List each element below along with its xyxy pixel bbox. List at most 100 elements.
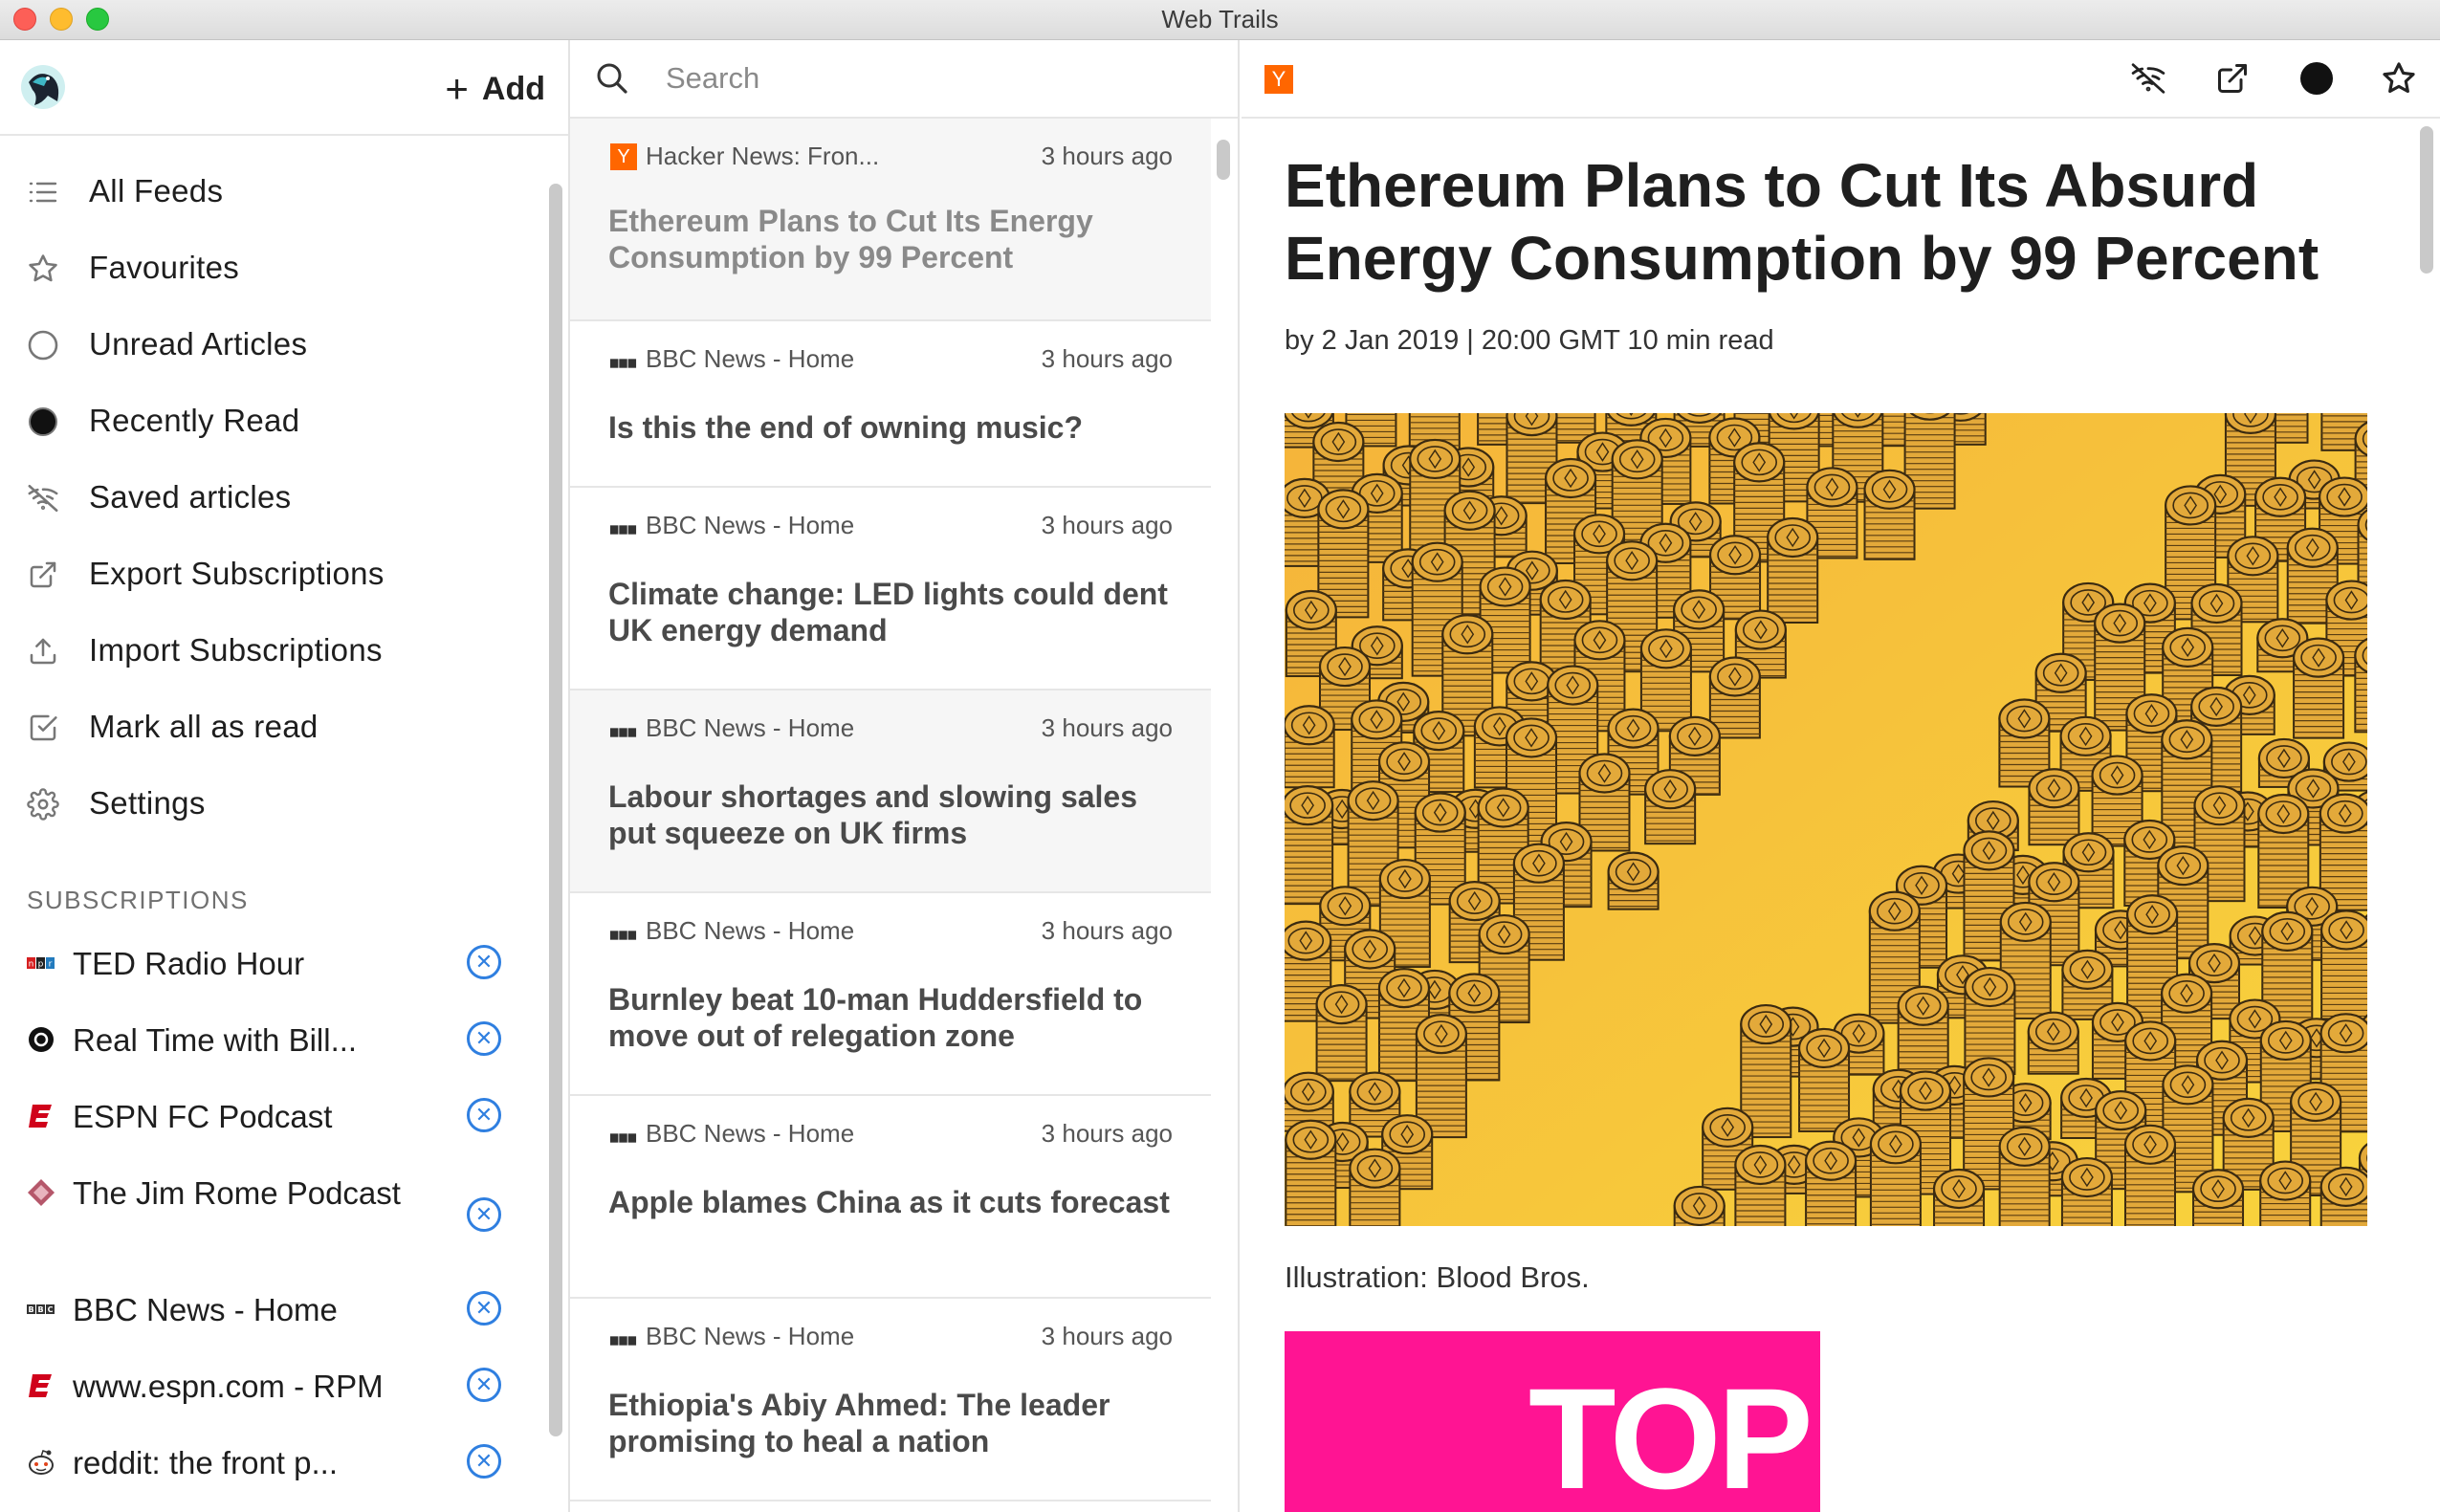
nav-label: Import Subscriptions [89,632,383,668]
close-icon: ✕ [474,950,494,974]
nav-label: Saved articles [89,479,292,515]
article-heading: Ethereum Plans to Cut Its Absurd Energy … [1285,151,2319,293]
offline-wifi-icon [2131,63,2165,94]
coin-stack [1607,851,1660,910]
subscription-item[interactable]: www.espn.com - RPM ✕ [0,1347,536,1423]
subscription-item[interactable]: reddit: the front p... ✕ [0,1423,536,1500]
remove-subscription-button[interactable]: ✕ [467,945,501,979]
subscription-item[interactable]: The Jim Rome Podcast ✕ [0,1153,536,1276]
external-link-icon [2218,64,2247,93]
article-item[interactable]: BBC News - Home 3 hours ago Climate chan… [570,488,1211,690]
sidebar: + Add All Feeds Favourites Unread Articl… [0,40,570,1512]
article-item[interactable]: BBC News - Home 3 hours ago Burnley beat… [570,893,1211,1096]
article-item[interactable]: BBC News - Home 3 hours ago Labour short… [570,690,1211,893]
article-list: Y Hacker News: Fron... 3 hours ago Ether… [570,119,1211,1501]
zoom-window-button[interactable] [86,8,109,31]
coin-stack [2060,1156,2114,1226]
subscription-name: TED Radio Hour [73,946,305,981]
article-time: 3 hours ago [1041,511,1173,539]
article-time: 3 hours ago [1041,713,1173,742]
coin-stack [1349,1148,1401,1226]
save-offline-button[interactable] [2129,59,2167,98]
remove-subscription-button[interactable]: ✕ [467,1444,501,1479]
article-list-scrollbar[interactable] [1217,140,1230,180]
open-in-browser-button[interactable] [2213,59,2252,98]
close-icon: ✕ [474,1449,494,1473]
article-item[interactable]: BBC News - Home 3 hours ago Apple blames… [570,1096,1211,1299]
star-icon [2383,62,2415,94]
nav-label: All Feeds [89,173,224,208]
coin-stack [2354,637,2367,734]
subscription-item[interactable]: Real Time with Bill... ✕ [0,1000,536,1077]
svg-text:r: r [49,960,53,970]
nav-all-feeds[interactable]: All Feeds [0,153,536,230]
subscription-item[interactable]: BBC BBC News - Home ✕ [0,1270,536,1347]
subscription-name: The Jim Rome Podcast [73,1175,401,1211]
article-time: 3 hours ago [1041,142,1173,170]
nav-export-subscriptions[interactable]: Export Subscriptions [0,536,536,612]
coin-stack [1415,1014,1467,1139]
image-caption: Illustration: Blood Bros. [1285,1260,1590,1294]
article-list-pane: Y Hacker News: Fron... 3 hours ago Ether… [570,40,1240,1512]
coin-stack [1285,785,1334,906]
filled-circle-icon [27,405,59,438]
secondary-image-text: TOP [1528,1358,1814,1512]
plus-icon: + [445,66,469,111]
nav-mark-all-read[interactable]: Mark all as read [0,689,536,765]
bbc-icon [610,350,637,377]
reader-toolbar: Y [1242,40,2440,119]
nav-saved-articles[interactable]: Saved articles [0,459,536,536]
coin-stack [1644,769,1697,845]
article-time: 3 hours ago [1041,1322,1173,1350]
coin-stack [1285,705,1335,789]
remove-subscription-button[interactable]: ✕ [467,1197,501,1232]
minimize-window-button[interactable] [50,8,73,31]
article-item[interactable]: BBC News - Home 3 hours ago Is this the … [570,321,1211,488]
gear-icon [27,788,59,821]
nav-recently-read[interactable]: Recently Read [0,383,536,459]
article-item[interactable]: BBC News - Home 3 hours ago Ethiopia's A… [570,1299,1211,1501]
hackernews-icon: Y [610,143,637,170]
close-icon: ✕ [474,1372,494,1396]
subscription-item[interactable]: npr TED Radio Hour ✕ [0,924,536,1000]
espn-icon [27,1104,55,1129]
close-window-button[interactable] [13,8,36,31]
article-title: Labour shortages and slowing sales put s… [608,779,1138,850]
sidebar-scrollbar[interactable] [549,184,562,1436]
article-item[interactable]: Y Hacker News: Fron... 3 hours ago Ether… [570,119,1211,321]
reader-scrollbar[interactable] [2420,126,2433,274]
coin-stack [2292,637,2345,739]
subscription-name: reddit: the front p... [73,1445,338,1480]
mark-read-button[interactable] [2297,59,2336,98]
nav-import-subscriptions[interactable]: Import Subscriptions [0,612,536,689]
article-meta: by 2 Jan 2019 | 20:00 GMT 10 min read [1285,325,1774,356]
search-input[interactable] [666,54,1201,103]
add-feed-button[interactable]: + Add [445,69,545,109]
coin-stack [2259,1160,2312,1226]
nav-unread-articles[interactable]: Unread Articles [0,306,536,383]
bbc-icon [610,1327,637,1354]
svg-text:C: C [48,1305,54,1314]
close-icon: ✕ [474,1202,494,1226]
offline-wifi-icon [27,482,59,515]
remove-subscription-button[interactable]: ✕ [467,1368,501,1402]
nav-settings[interactable]: Settings [0,765,536,842]
add-feed-label: Add [481,70,545,107]
article-source: BBC News - Home [646,344,855,373]
favourite-button[interactable] [2380,59,2418,98]
espn-icon [27,1373,55,1398]
article-source: BBC News - Home [646,916,855,945]
subscription-name: www.espn.com - RPM [73,1369,384,1404]
subscription-item[interactable]: ESPN FC Podcast ✕ [0,1077,536,1153]
coin-stack [1315,984,1368,1083]
article-time: 3 hours ago [1041,344,1173,373]
remove-subscription-button[interactable]: ✕ [467,1098,501,1132]
sidebar-scroll-thumb[interactable] [549,184,562,1436]
remove-subscription-button[interactable]: ✕ [467,1021,501,1056]
bbc-icon [610,719,637,746]
coin-stack [1804,1140,1857,1226]
nav-favourites[interactable]: Favourites [0,230,536,306]
remove-subscription-button[interactable]: ✕ [467,1291,501,1326]
coin-stack [1869,1124,1923,1226]
list-icon [27,176,59,208]
